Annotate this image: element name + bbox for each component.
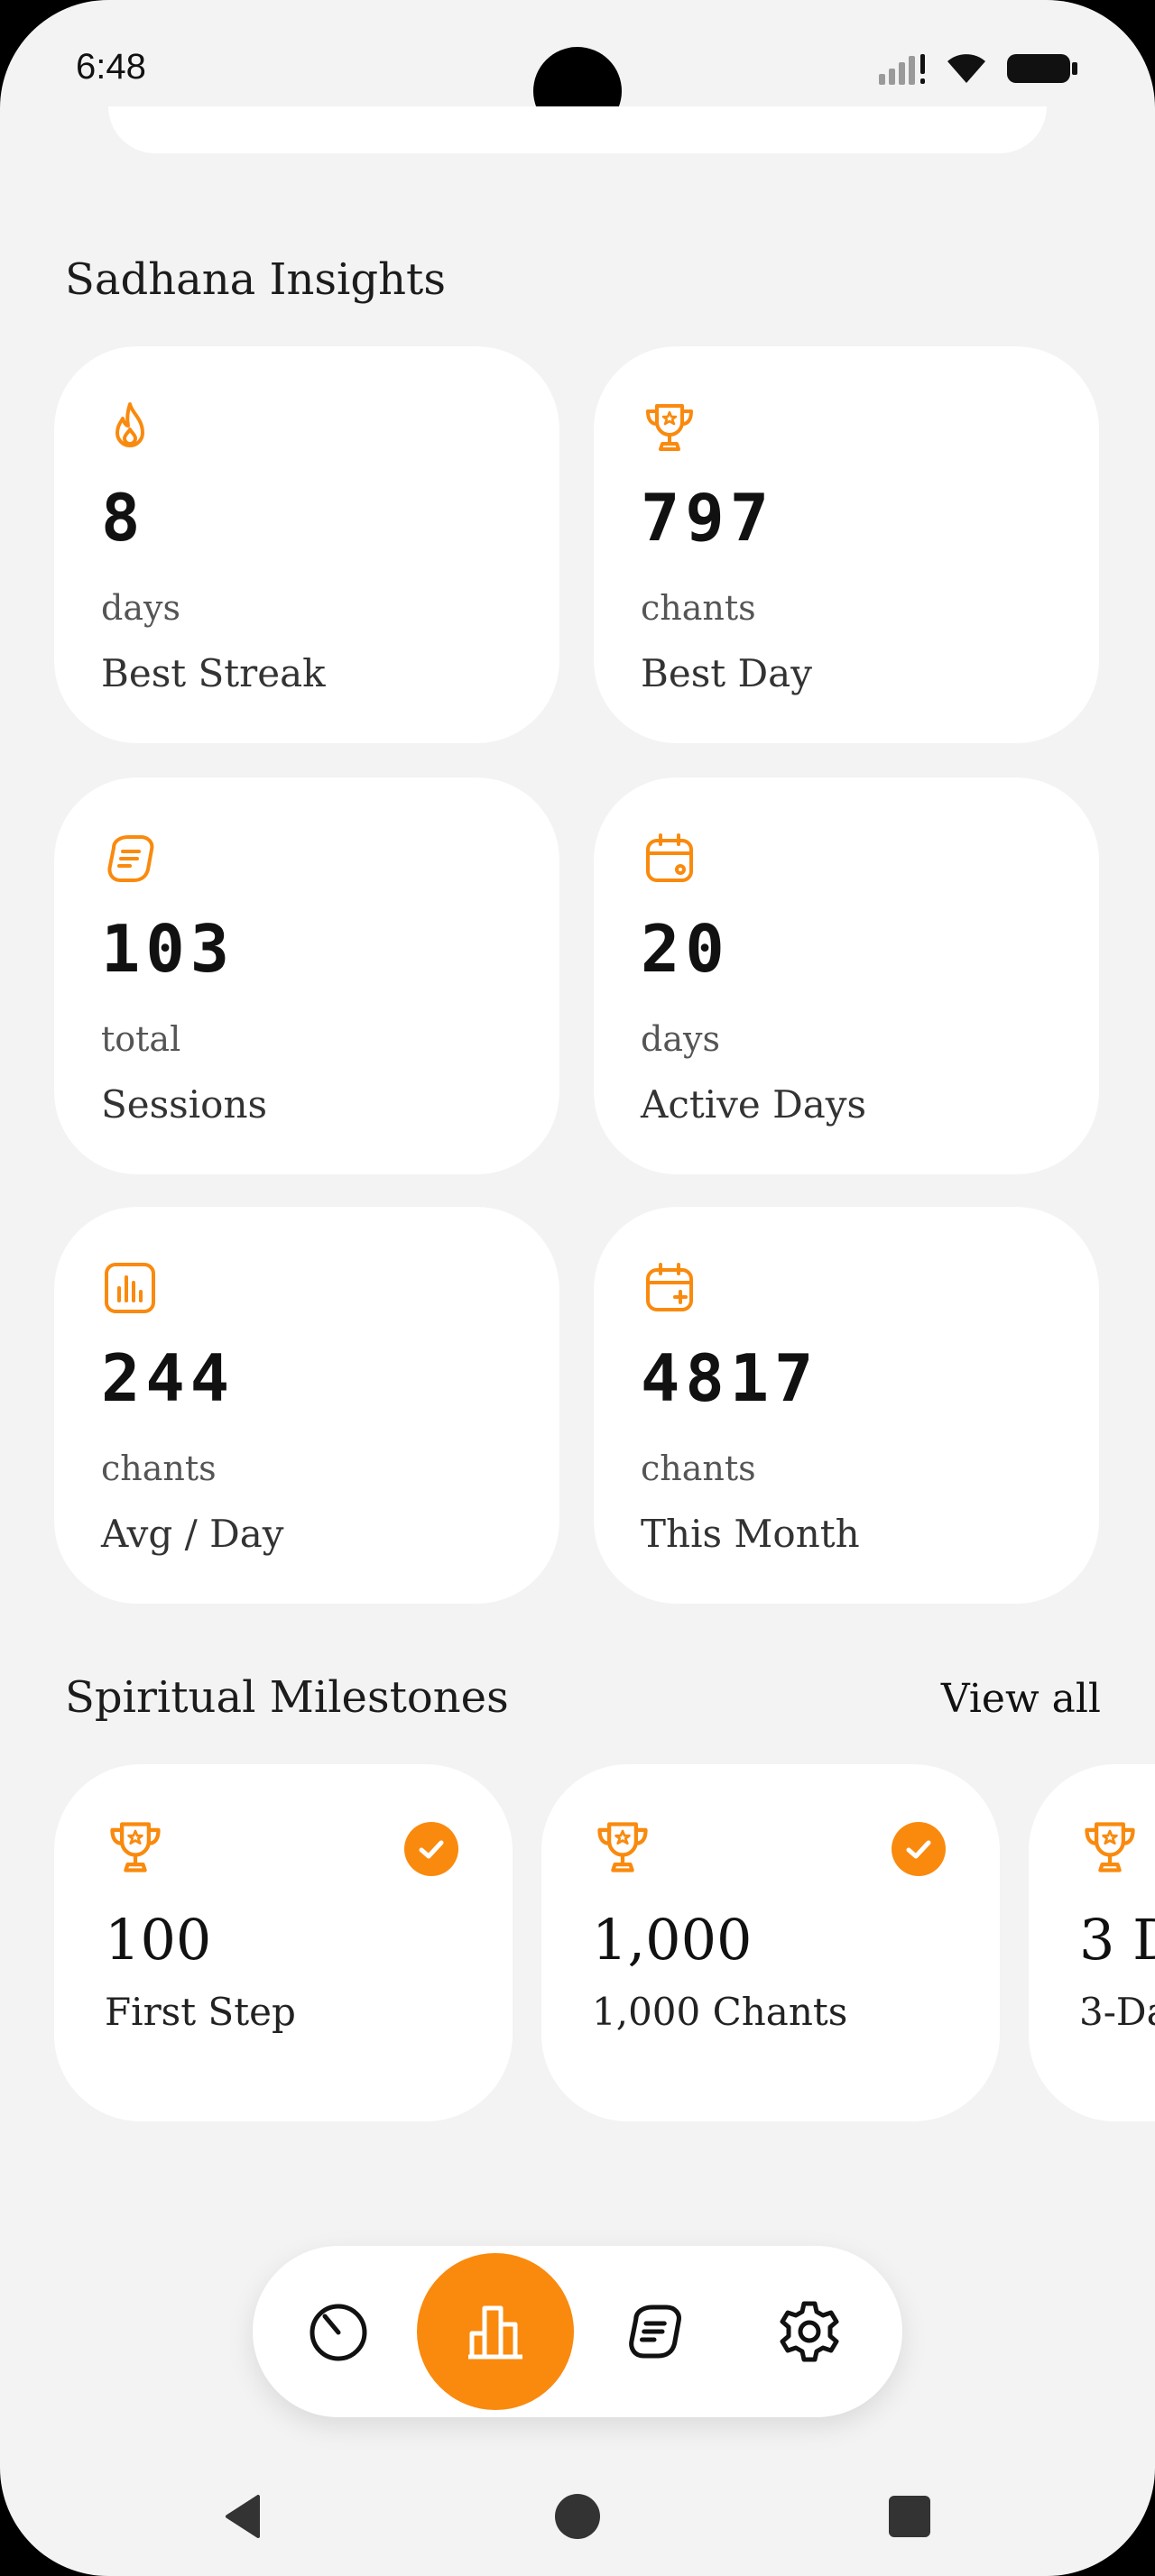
completed-check-icon (404, 1822, 458, 1876)
stat-label: Best Streak (101, 651, 326, 695)
stat-unit: days (101, 588, 180, 628)
stat-unit: total (101, 1019, 181, 1059)
calendar-plus-icon (646, 1263, 693, 1311)
stat-label: This Month (641, 1512, 860, 1556)
stat-unit: days (641, 1019, 720, 1059)
wifi-icon (947, 54, 985, 83)
trophy-icon (597, 1822, 648, 1872)
stat-label: Avg / Day (101, 1512, 284, 1556)
home-circle-icon (555, 2494, 600, 2539)
milestone-card[interactable]: 100 First Step (54, 1764, 513, 2121)
stat-value: 797 (641, 480, 775, 556)
nav-timer-button[interactable] (280, 2273, 397, 2390)
stat-unit: chants (101, 1449, 217, 1488)
view-all-link[interactable]: View all (941, 1676, 1101, 1722)
status-icons (877, 51, 1079, 87)
trophy-icon (1085, 1822, 1135, 1872)
battery-icon (1007, 54, 1077, 83)
stat-card-best-streak[interactable]: 8 days Best Streak (54, 346, 559, 743)
flame-icon (116, 402, 144, 447)
nav-settings-button[interactable] (751, 2273, 868, 2390)
completed-check-icon (892, 1822, 946, 1876)
stat-card-best-day[interactable]: 797 chants Best Day (594, 346, 1099, 743)
insights-title: Sadhana Insights (65, 254, 446, 305)
trophy-icon (646, 404, 693, 451)
milestone-label: 1,000 Chants (592, 1990, 848, 2034)
signal-icon (879, 54, 925, 85)
beads-icon (629, 2305, 681, 2359)
system-home-button[interactable] (541, 2480, 614, 2553)
stat-value: 8 (101, 480, 146, 556)
stat-card-sessions[interactable]: 103 total Sessions (54, 777, 559, 1174)
app-screen: 6:48 Sadhana Insights 8 days Best Streak (0, 0, 1155, 2576)
stat-unit: chants (641, 1449, 756, 1488)
milestone-value: 100 (105, 1907, 212, 1973)
stat-value: 103 (101, 911, 236, 987)
system-recents-button[interactable] (873, 2480, 946, 2553)
previous-card-edge (108, 106, 1047, 153)
milestone-value: 1,000 (592, 1907, 753, 1973)
stats-icon (468, 2305, 522, 2360)
stat-unit: chants (641, 588, 756, 628)
stat-value: 20 (641, 911, 730, 987)
milestone-card[interactable]: 3 D 3-Da (1029, 1764, 1155, 2121)
nav-beads-button[interactable] (596, 2273, 713, 2390)
stat-label: Active Days (641, 1082, 867, 1127)
back-triangle-icon (226, 2495, 260, 2538)
stat-card-active-days[interactable]: 20 days Active Days (594, 777, 1099, 1174)
milestone-label: First Step (105, 1990, 296, 2034)
nav-stats-button[interactable] (417, 2253, 574, 2410)
bar-chart-icon (105, 1263, 155, 1313)
system-back-button[interactable] (208, 2480, 280, 2553)
milestone-label: 3-Da (1079, 1990, 1155, 2034)
recents-square-icon (889, 2496, 930, 2537)
stat-label: Sessions (101, 1082, 268, 1127)
stat-value: 244 (101, 1340, 236, 1416)
timer-icon (310, 2304, 367, 2361)
beads-icon (107, 835, 154, 882)
calendar-icon (646, 833, 693, 882)
milestones-title: Spiritual Milestones (65, 1672, 509, 1723)
trophy-icon (110, 1822, 161, 1872)
milestone-value: 3 D (1079, 1907, 1155, 1973)
stat-value: 4817 (641, 1340, 819, 1416)
stat-label: Best Day (641, 651, 812, 695)
milestone-card[interactable]: 1,000 1,000 Chants (541, 1764, 1000, 2121)
stat-card-this-month[interactable]: 4817 chants This Month (594, 1207, 1099, 1604)
stat-card-avg-day[interactable]: 244 chants Avg / Day (54, 1207, 559, 1604)
status-time: 6:48 (76, 47, 146, 87)
settings-icon (780, 2301, 839, 2362)
